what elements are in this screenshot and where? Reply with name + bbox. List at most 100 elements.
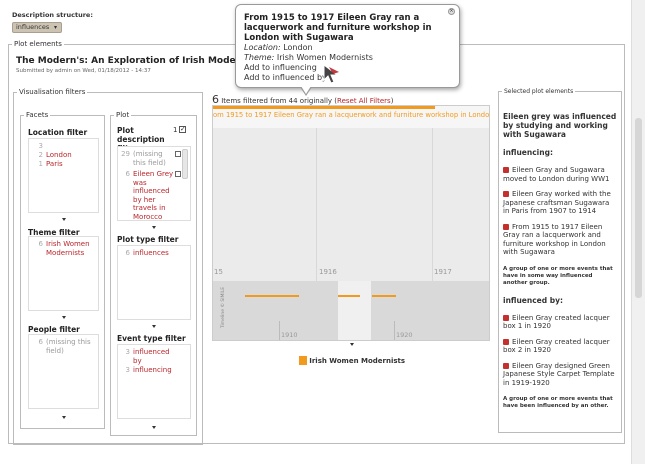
timeline-expand-arrow-icon[interactable]	[350, 343, 354, 346]
event-type-filter-title: Event type filter	[117, 334, 186, 343]
close-icon[interactable]: ×	[448, 8, 455, 15]
location-item-label: Paris	[46, 160, 63, 168]
influencing-item-label: From 1915 to 1917 Eileen Gray ran a lacq…	[503, 222, 606, 257]
location-item-count: 3	[38, 142, 43, 150]
location-item-count: 2	[38, 151, 43, 159]
checkbox-icon[interactable]	[175, 151, 181, 157]
checkbox-checked-icon[interactable]: ✓	[179, 126, 186, 133]
influencing-title: influencing:	[503, 148, 553, 157]
theme-item-count: 6	[38, 240, 43, 248]
remove-icon[interactable]	[503, 223, 509, 230]
influencing-item[interactable]: Eileen Gray worked with the Japanese cra…	[503, 190, 617, 216]
reset-all-filters-link[interactable]: Reset All Filters	[337, 97, 391, 105]
plot-elements-legend: Plot elements	[14, 40, 62, 48]
people-item-count: 6	[38, 338, 43, 346]
event-type-item-influencing[interactable]: 3 influencing	[120, 366, 188, 375]
theme-item-irish-women-modernists[interactable]: 6 Irish Women Modernists	[31, 240, 96, 258]
legend-label: Irish Women Modernists	[309, 357, 406, 365]
theme-filter-list[interactable]: 6 Irish Women Modernists	[28, 236, 99, 311]
influenced-by-item-label: Eileen Gray created lacquer box 2 in 192…	[503, 337, 610, 355]
timeline-overview-band[interactable]: 1910 1920 Timeline © SIMILE	[213, 281, 489, 340]
people-filter-list[interactable]: 6 (missing this field)	[28, 334, 99, 409]
plot-description-item-count: 29	[121, 150, 130, 158]
plot-description-item-label: (missing this field)	[133, 150, 166, 167]
popup-theme-value: Irish Women Modernists	[276, 53, 373, 62]
facets-legend: Facets	[26, 111, 49, 119]
popup-location-value: London	[283, 43, 313, 52]
plot-description-expand-arrow-icon[interactable]	[152, 226, 156, 229]
plot-description-item-missing[interactable]: 29 (missing this field)	[120, 150, 188, 167]
event-type-item-label: influencing	[133, 366, 172, 374]
add-to-influenced-by-link[interactable]: Add to influenced by	[244, 73, 451, 83]
checkbox-icon[interactable]	[175, 171, 181, 177]
theme-item-label: Irish Women Modernists	[46, 240, 90, 257]
timeline-overview-event[interactable]	[372, 295, 396, 297]
remove-icon[interactable]	[503, 362, 509, 369]
description-structure-label: Description structure:	[12, 11, 93, 19]
timeline[interactable]: om 1915 to 1917 Eileen Gray ran a lacque…	[212, 105, 490, 341]
timeline-overview-window[interactable]	[338, 281, 371, 340]
timeline-event-label[interactable]: om 1915 to 1917 Eileen Gray ran a lacque…	[213, 111, 489, 119]
remove-icon[interactable]	[503, 338, 509, 345]
influenced-by-item[interactable]: Eileen Gray created lacquer box 2 in 192…	[503, 338, 617, 355]
location-filter-list[interactable]: 3 2 London 1 Paris	[28, 138, 99, 213]
timeline-credit[interactable]: Timeline © SIMILE	[221, 287, 226, 328]
theme-expand-arrow-icon[interactable]	[62, 316, 66, 319]
plot-legend: Plot	[116, 111, 130, 119]
popup-location-label: Location:	[244, 43, 281, 52]
influenced-by-item-label: Eileen Gray created lacquer box 1 in 192…	[503, 313, 610, 331]
scrollbar-thumb[interactable]	[635, 118, 642, 298]
timeline-year-label: 1917	[434, 268, 452, 276]
event-type-item-influenced-by[interactable]: 3 influenced by	[120, 348, 188, 365]
event-type-item-count: 3	[125, 348, 130, 356]
timeline-divider	[432, 128, 433, 281]
location-expand-arrow-icon[interactable]	[62, 218, 66, 221]
remove-icon[interactable]	[503, 314, 509, 321]
remove-icon[interactable]	[503, 167, 509, 173]
timeline-overview-tick	[394, 321, 395, 340]
influenced-by-item[interactable]: Eileen Gray designed Green Japanese Styl…	[503, 362, 617, 388]
people-item-missing[interactable]: 6 (missing this field)	[31, 338, 96, 356]
timeline-main-band[interactable]: om 1915 to 1917 Eileen Gray ran a lacque…	[213, 106, 489, 281]
popup-theme: Theme: Irish Women Modernists	[244, 53, 451, 63]
plot-type-item-influences[interactable]: 6 influences	[120, 249, 188, 258]
location-item-london[interactable]: 2 London	[31, 151, 96, 160]
event-type-expand-arrow-icon[interactable]	[152, 426, 156, 429]
people-expand-arrow-icon[interactable]	[62, 416, 66, 419]
popup-location: Location: London	[244, 43, 451, 53]
plot-description-scrollbar[interactable]	[182, 149, 188, 179]
timeline-legend: Irish Women Modernists	[299, 356, 405, 365]
filter-count-text: Items filtered from 44 originally	[221, 97, 333, 105]
description-structure-select[interactable]: influences ▾	[12, 22, 62, 33]
timeline-year-label: 15	[214, 268, 223, 276]
page-scrollbar[interactable]	[631, 0, 645, 464]
influenced-by-item[interactable]: Eileen Gray created lacquer box 1 in 192…	[503, 314, 617, 331]
description-structure-value: influences	[16, 23, 50, 31]
influencing-item-label: Eileen Gray worked with the Japanese cra…	[503, 190, 611, 215]
plot-description-item-morocco[interactable]: 6 Eileen Grey was influenced by her trav…	[120, 170, 188, 220]
timeline-overview-year: 1910	[281, 331, 298, 339]
plot-description-list[interactable]: 29 (missing this field) 6 Eileen Grey wa…	[117, 146, 191, 221]
plot-type-list[interactable]: 6 influences	[117, 245, 191, 320]
add-to-influencing-link[interactable]: Add to influencing	[244, 63, 451, 73]
people-item-label: (missing this field)	[46, 338, 91, 355]
location-item-blank[interactable]: 3	[31, 142, 96, 151]
influencing-item-label: Eileen Gray and Sugawara moved to London…	[503, 166, 610, 183]
selected-plot-content: Eileen grey was influenced by studying a…	[503, 112, 617, 410]
timeline-overview-event[interactable]	[245, 295, 299, 297]
influencing-item[interactable]: From 1915 to 1917 Eileen Gray ran a lacq…	[503, 223, 617, 257]
popup-pointer-inner	[301, 86, 311, 94]
plot-type-expand-arrow-icon[interactable]	[152, 325, 156, 328]
location-item-paris[interactable]: 1 Paris	[31, 160, 96, 169]
plot-type-item-count: 6	[125, 249, 130, 257]
timeline-event-bar[interactable]	[213, 106, 435, 109]
event-type-list[interactable]: 3 influenced by 3 influencing	[117, 344, 191, 419]
location-filter-title: Location filter	[28, 128, 88, 137]
cursor-icon	[323, 64, 339, 84]
timeline-overview-event[interactable]	[338, 295, 360, 297]
timeline-divider	[316, 128, 317, 281]
remove-icon[interactable]	[503, 191, 509, 197]
influencing-item[interactable]: Eileen Gray and Sugawara moved to London…	[503, 166, 617, 183]
plot-type-filter-title: Plot type filter	[117, 235, 179, 244]
location-item-label: London	[46, 151, 72, 159]
